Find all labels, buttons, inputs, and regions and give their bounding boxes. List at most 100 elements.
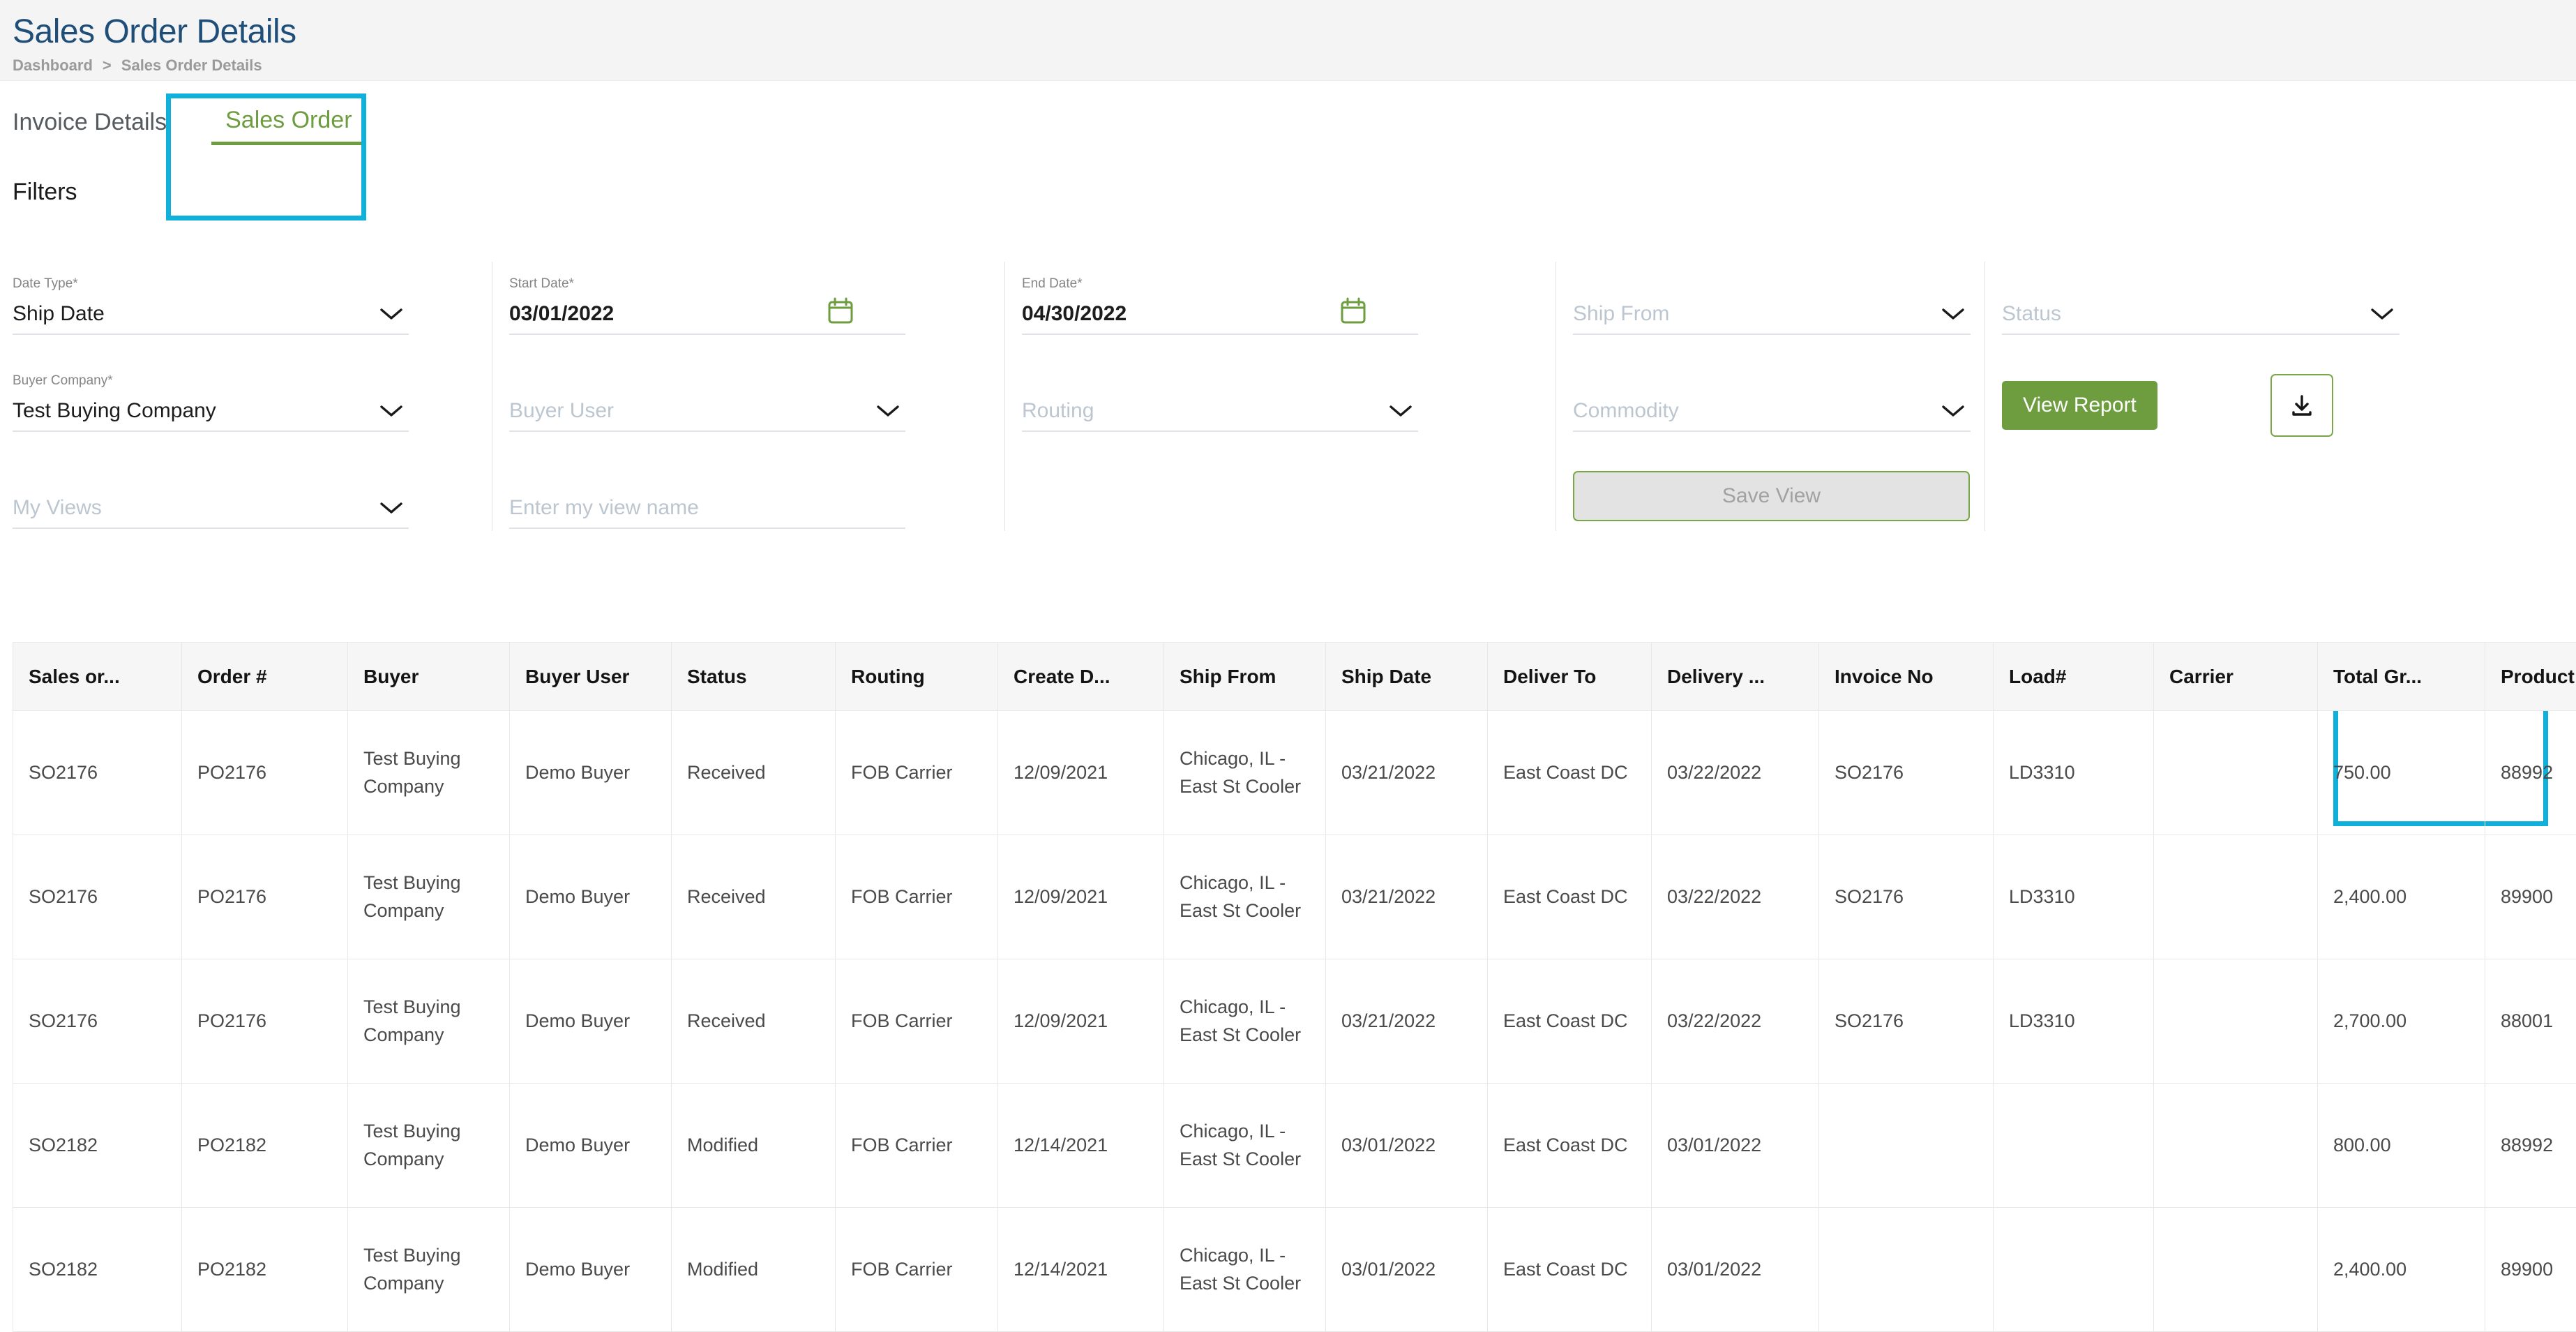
table-cell: Demo Buyer (510, 835, 672, 959)
table-cell: 03/21/2022 (1326, 959, 1488, 1084)
column-header[interactable]: Load# (1994, 643, 2154, 711)
chevron-down-icon[interactable] (1941, 404, 1965, 418)
table-cell: FOB Carrier (836, 711, 998, 835)
save-view-button[interactable]: Save View (1573, 471, 1970, 521)
buyer-user-placeholder: Buyer User (509, 396, 905, 426)
column-header[interactable]: Carrier (2154, 643, 2318, 711)
table-cell: 12/09/2021 (998, 835, 1164, 959)
table-cell: 88992 (2485, 1084, 2576, 1208)
commodity-field[interactable]: Commodity (1573, 374, 1971, 432)
table-cell (1819, 1084, 1994, 1208)
table-cell: SO2176 (13, 835, 182, 959)
table-cell: 03/01/2022 (1652, 1208, 1819, 1332)
chevron-down-icon[interactable] (876, 404, 900, 418)
buyer-company-field[interactable]: Buyer Company* Test Buying Company (13, 374, 409, 432)
table-cell: 2,700.00 (2318, 959, 2485, 1084)
table-cell: East Coast DC (1488, 835, 1652, 959)
calendar-icon[interactable] (1340, 297, 1366, 325)
table-row[interactable]: SO2176PO2176Test Buying CompanyDemo Buye… (13, 835, 2576, 959)
table-cell: 03/22/2022 (1652, 835, 1819, 959)
calendar-icon[interactable] (827, 297, 854, 325)
ship-from-field[interactable]: Ship From (1573, 277, 1971, 335)
filter-column-3: End Date* 04/30/2022 Routing (1022, 246, 1573, 546)
table-cell: SO2176 (1819, 959, 1994, 1084)
table-row[interactable]: SO2176PO2176Test Buying CompanyDemo Buye… (13, 959, 2576, 1084)
breadcrumb-current: Sales Order Details (121, 57, 262, 75)
table-cell: LD3310 (1994, 711, 2154, 835)
column-header[interactable]: Ship From (1164, 643, 1326, 711)
table-cell: PO2176 (182, 959, 348, 1084)
column-header[interactable]: Total Gr... (2318, 643, 2485, 711)
field-underline (509, 527, 905, 529)
table-cell: Demo Buyer (510, 711, 672, 835)
table-cell: Chicago, IL - East St Cooler (1164, 1084, 1326, 1208)
start-date-field[interactable]: Start Date* 03/01/2022 (509, 277, 905, 335)
column-header[interactable]: Status (672, 643, 836, 711)
column-header[interactable]: Ship Date (1326, 643, 1488, 711)
table-cell: East Coast DC (1488, 1208, 1652, 1332)
column-header[interactable]: Order # (182, 643, 348, 711)
status-field[interactable]: Status (2002, 277, 2400, 335)
table-row[interactable]: SO2182PO2182Test Buying CompanyDemo Buye… (13, 1084, 2576, 1208)
table-cell: Demo Buyer (510, 1084, 672, 1208)
breadcrumb: Dashboard > Sales Order Details (13, 57, 2576, 75)
table-cell: LD3310 (1994, 835, 2154, 959)
routing-label (1022, 374, 1418, 388)
table-cell: 03/01/2022 (1326, 1084, 1488, 1208)
tab-sales-order[interactable]: Sales Order (211, 99, 366, 145)
table-cell (1819, 1208, 1994, 1332)
tab-invoice-details[interactable]: Invoice Details (13, 101, 182, 144)
field-underline (509, 334, 905, 335)
my-views-placeholder: My Views (13, 493, 409, 523)
table-row[interactable]: SO2182PO2182Test Buying CompanyDemo Buye… (13, 1208, 2576, 1332)
routing-field[interactable]: Routing (1022, 374, 1418, 432)
chevron-down-icon[interactable] (1941, 307, 1965, 321)
buyer-user-field[interactable]: Buyer User (509, 374, 905, 432)
download-icon (2288, 391, 2316, 419)
chevron-down-icon[interactable] (379, 404, 403, 418)
breadcrumb-root[interactable]: Dashboard (13, 57, 93, 75)
commodity-label (1573, 374, 1971, 388)
chevron-down-icon[interactable] (2370, 307, 2394, 321)
chevron-down-icon[interactable] (1389, 404, 1413, 418)
table-cell: 03/22/2022 (1652, 711, 1819, 835)
table-cell: PO2182 (182, 1084, 348, 1208)
column-header[interactable]: Buyer (348, 643, 510, 711)
filter-actions: View Report (2002, 374, 2528, 437)
column-header[interactable]: Invoice No (1819, 643, 1994, 711)
chevron-down-icon[interactable] (379, 307, 403, 321)
column-header[interactable]: Routing (836, 643, 998, 711)
my-views-field[interactable]: My Views (13, 471, 409, 529)
status-placeholder: Status (2002, 299, 2400, 329)
table-cell: SO2176 (1819, 835, 1994, 959)
view-report-button[interactable]: View Report (2002, 381, 2157, 430)
my-views-label (13, 471, 409, 485)
table-cell: Test Buying Company (348, 1208, 510, 1332)
table-cell: Demo Buyer (510, 959, 672, 1084)
table-cell: 12/14/2021 (998, 1084, 1164, 1208)
table-cell: Received (672, 711, 836, 835)
column-header[interactable]: Create D... (998, 643, 1164, 711)
column-header[interactable]: Deliver To (1488, 643, 1652, 711)
table-cell: SO2176 (13, 711, 182, 835)
date-type-field[interactable]: Date Type* Ship Date (13, 277, 409, 335)
view-name-field[interactable]: Enter my view name (509, 471, 905, 529)
chevron-down-icon[interactable] (379, 501, 403, 515)
column-header[interactable]: Delivery ... (1652, 643, 1819, 711)
table-cell: Chicago, IL - East St Cooler (1164, 835, 1326, 959)
table-cell: East Coast DC (1488, 959, 1652, 1084)
table-cell (2154, 835, 2318, 959)
filters-panel: Date Type* Ship Date Buyer Company* Test… (0, 246, 2576, 546)
field-underline (13, 431, 409, 432)
ship-from-placeholder: Ship From (1573, 299, 1971, 329)
column-header[interactable]: Sales or... (13, 643, 182, 711)
download-button[interactable] (2270, 374, 2333, 437)
table-cell: Received (672, 959, 836, 1084)
end-date-field[interactable]: End Date* 04/30/2022 (1022, 277, 1418, 335)
sales-order-table-container: Sales or...Order #BuyerBuyer UserStatusR… (13, 642, 2576, 1332)
column-header[interactable]: Product ... (2485, 643, 2576, 711)
column-header[interactable]: Buyer User (510, 643, 672, 711)
routing-placeholder: Routing (1022, 396, 1418, 426)
table-row[interactable]: SO2176PO2176Test Buying CompanyDemo Buye… (13, 711, 2576, 835)
filter-column-4: Ship From Commodity Save View (1573, 246, 2002, 546)
